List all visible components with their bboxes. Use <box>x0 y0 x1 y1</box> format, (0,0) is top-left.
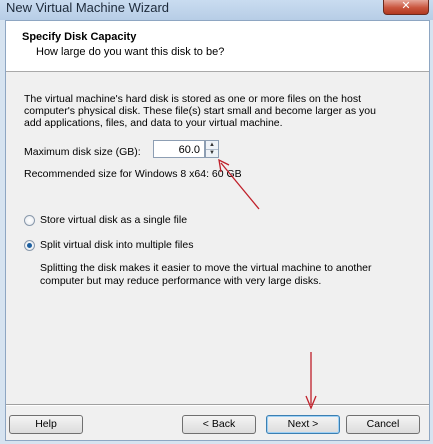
multiple-files-label[interactable]: Split virtual disk into multiple files <box>40 239 193 251</box>
single-file-option[interactable]: Store virtual disk as a single file <box>24 213 187 227</box>
close-icon[interactable]: ✕ <box>383 0 429 15</box>
footer-divider <box>6 404 429 406</box>
next-button[interactable]: Next > <box>266 415 340 434</box>
window-title: New Virtual Machine Wizard <box>6 0 170 15</box>
multiple-files-option[interactable]: Split virtual disk into multiple files <box>24 238 193 252</box>
note-line: computer but may reduce performance with… <box>40 275 322 287</box>
disk-size-spinner[interactable]: ▲ ▼ <box>205 140 219 158</box>
description-line: The virtual machine's hard disk is store… <box>24 93 361 105</box>
multiple-files-radio[interactable] <box>24 239 35 251</box>
spin-down-icon[interactable]: ▼ <box>206 149 218 157</box>
help-button[interactable]: Help <box>9 415 83 434</box>
single-file-label[interactable]: Store virtual disk as a single file <box>40 214 187 226</box>
max-disk-size-label: Maximum disk size (GB): <box>24 146 141 158</box>
wizard-dialog: Specify Disk Capacity How large do you w… <box>5 20 430 441</box>
note-line: Splitting the disk makes it easier to mo… <box>40 262 372 274</box>
page-subtitle: How large do you want this disk to be? <box>36 46 225 58</box>
disk-description: The virtual machine's hard disk is store… <box>24 93 414 129</box>
wizard-header: Specify Disk Capacity How large do you w… <box>6 21 429 72</box>
max-disk-size-input[interactable] <box>153 140 205 158</box>
cancel-button[interactable]: Cancel <box>346 415 420 434</box>
title-bar: New Virtual Machine Wizard ✕ <box>0 0 433 20</box>
single-file-radio[interactable] <box>24 214 35 226</box>
recommended-size-text: Recommended size for Windows 8 x64: 60 G… <box>24 168 242 180</box>
description-line: add applications, files, and data to you… <box>24 117 283 129</box>
back-button[interactable]: < Back <box>182 415 256 434</box>
split-disk-note: Splitting the disk makes it easier to mo… <box>40 262 410 288</box>
page-title: Specify Disk Capacity <box>22 31 137 43</box>
description-line: computer's physical disk. These file(s) … <box>24 105 376 117</box>
